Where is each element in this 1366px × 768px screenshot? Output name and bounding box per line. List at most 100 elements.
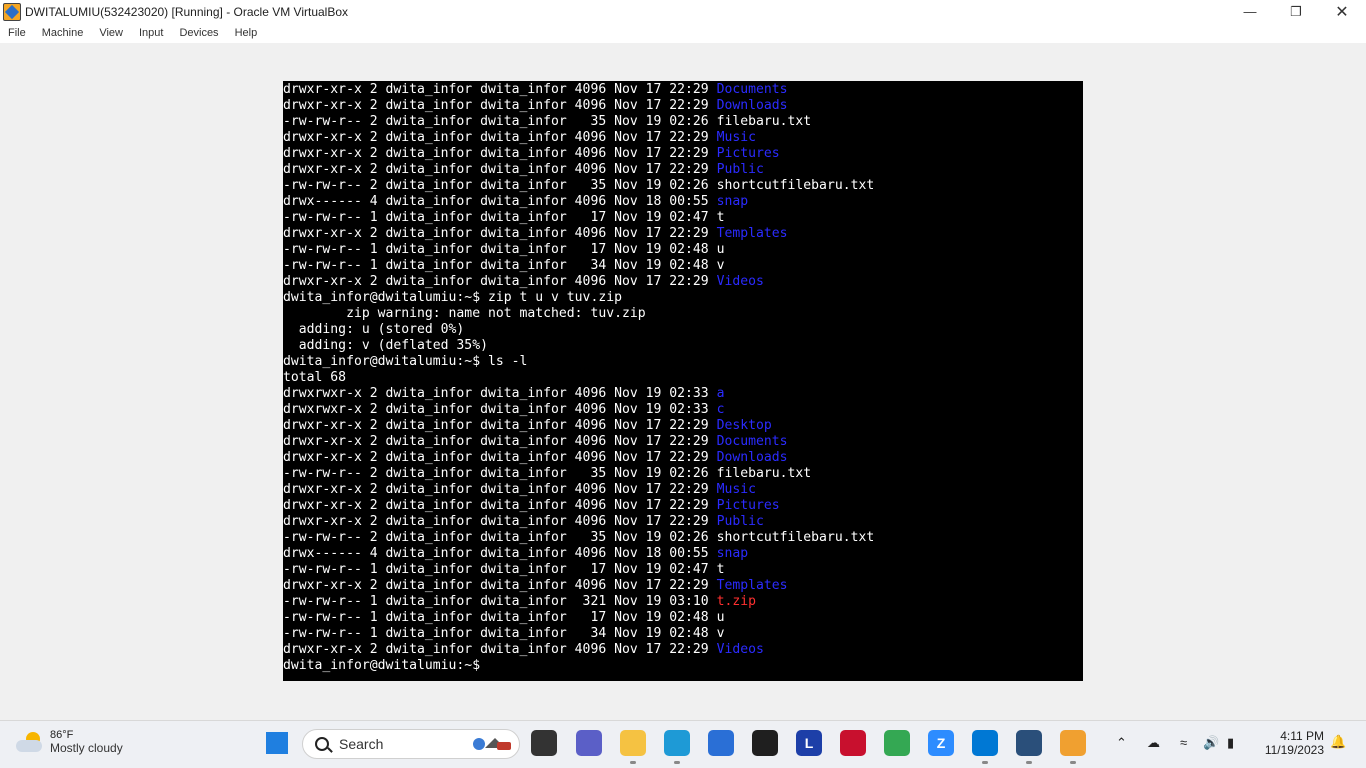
terminal-screen[interactable]: drwxr-xr-x 2 dwita_infor dwita_infor 409… [283,81,1083,681]
edge-icon[interactable] [664,730,690,756]
terminal-line: drwxr-xr-x 2 dwita_infor dwita_infor 409… [283,514,1083,530]
zoom-icon[interactable]: Z [928,730,954,756]
terminal-line-text: drwxr-xr-x 2 dwita_infor dwita_infor 409… [283,418,717,433]
terminal-filename: Templates [716,226,788,241]
window-titlebar[interactable]: DWITALUMIU(532423020) [Running] - Oracle… [0,0,1366,23]
onedrive-icon[interactable]: ☁ [1147,735,1160,751]
vscode-icon[interactable] [972,730,998,756]
terminal-filename: filebaru.txt [716,466,812,481]
terminal-line-text: drwxr-xr-x 2 dwita_infor dwita_infor 409… [283,130,717,145]
dropbox-icon[interactable] [752,730,778,756]
terminal-filename: Public [716,162,764,177]
terminal-line-text: drwxr-xr-x 2 dwita_infor dwita_infor 409… [283,450,717,465]
terminal-line-text: -rw-rw-r-- 1 dwita_infor dwita_infor 17 … [283,242,717,257]
minimize-icon[interactable]: — [1227,0,1273,23]
l-app-icon[interactable]: L [796,730,822,756]
clock-date: 11/19/2023 [1264,743,1324,757]
terminal-line: drwxr-xr-x 2 dwita_infor dwita_infor 409… [283,146,1083,162]
terminal-line-text: drwxr-xr-x 2 dwita_infor dwita_infor 409… [283,226,717,241]
terminal-filename: u [716,610,725,625]
terminal-line: drwxr-xr-x 2 dwita_infor dwita_infor 409… [283,578,1083,594]
volume-icon[interactable]: 🔊 [1203,735,1219,751]
terminal-line: -rw-rw-r-- 1 dwita_infor dwita_infor 34 … [283,626,1083,642]
menu-devices[interactable]: Devices [179,27,218,39]
running-indicator [982,761,988,764]
terminal-filename: t.zip [716,594,756,609]
task-view-icon[interactable] [531,730,557,756]
terminal-line: -rw-rw-r-- 2 dwita_infor dwita_infor 35 … [283,466,1083,482]
terminal-line-text: drwxr-xr-x 2 dwita_infor dwita_infor 409… [283,274,717,289]
terminal-line-text: adding: v (deflated 35%) [283,338,488,353]
search-highlight-icon [473,738,511,750]
terminal-filename: Pictures [716,498,780,513]
terminal-line-text: -rw-rw-r-- 1 dwita_infor dwita_infor 34 … [283,626,717,641]
terminal-filename: t [716,210,725,225]
terminal-filename: Documents [716,82,788,97]
terminal-line: adding: v (deflated 35%) [283,338,1083,354]
terminal-line-text: -rw-rw-r-- 2 dwita_infor dwita_infor 35 … [283,466,717,481]
weather-widget[interactable]: 86°F Mostly cloudy [16,729,123,755]
virtualbox-icon[interactable] [1016,730,1042,756]
terminal-filename: shortcutfilebaru.txt [716,178,875,193]
terminal-filename: shortcutfilebaru.txt [716,530,875,545]
terminal-filename: v [716,626,725,641]
terminal-filename: Music [716,482,756,497]
terminal-line: -rw-rw-r-- 1 dwita_infor dwita_infor 34 … [283,258,1083,274]
terminal-filename: Videos [716,274,764,289]
search-icon [315,737,329,751]
terminal-line: zip warning: name not matched: tuv.zip [283,306,1083,322]
terminal-filename: Downloads [716,98,788,113]
terminal-line-text: drwxr-xr-x 2 dwita_infor dwita_infor 409… [283,98,717,113]
virtualbox-vm-icon[interactable] [1060,730,1086,756]
notification-bell-icon[interactable]: 🔔 [1330,734,1346,750]
menu-view[interactable]: View [99,27,123,39]
menu-machine[interactable]: Machine [42,27,84,39]
terminal-line: dwita_infor@dwitalumiu:~$ [283,658,1083,674]
terminal-line-text: -rw-rw-r-- 2 dwita_infor dwita_infor 35 … [283,114,717,129]
terminal-line: adding: u (stored 0%) [283,322,1083,338]
terminal-line-text: total 68 [283,370,347,385]
terminal-line-text: drwxr-xr-x 2 dwita_infor dwita_infor 409… [283,82,717,97]
store-icon[interactable] [708,730,734,756]
clock-time: 4:11 PM [1280,729,1324,743]
menu-help[interactable]: Help [235,27,258,39]
terminal-filename: Templates [716,578,788,593]
mcafee-icon[interactable] [840,730,866,756]
terminal-filename: filebaru.txt [716,114,812,129]
battery-icon[interactable]: ▮ [1227,735,1234,751]
terminal-line: -rw-rw-r-- 2 dwita_infor dwita_infor 35 … [283,178,1083,194]
menu-input[interactable]: Input [139,27,163,39]
terminal-filename: Desktop [716,418,772,433]
terminal-line: drwxr-xr-x 2 dwita_infor dwita_infor 409… [283,130,1083,146]
terminal-line: drwxr-xr-x 2 dwita_infor dwita_infor 409… [283,274,1083,290]
terminal-filename: Videos [716,642,764,657]
terminal-line-text: drwx------ 4 dwita_infor dwita_infor 409… [283,194,717,209]
menu-file[interactable]: File [8,27,26,39]
terminal-line: -rw-rw-r-- 2 dwita_infor dwita_infor 35 … [283,114,1083,130]
taskbar-search[interactable]: Search [302,729,520,759]
chevron-up-icon[interactable]: ⌃ [1116,735,1127,751]
search-label: Search [339,736,384,752]
system-clock[interactable]: 4:11 PM 11/19/2023 [1258,729,1324,757]
wifi-icon[interactable]: ≈ [1180,735,1187,750]
terminal-line: drwxr-xr-x 2 dwita_infor dwita_infor 409… [283,98,1083,114]
weather-condition: Mostly cloudy [50,741,123,755]
terminal-line-text: drwxrwxr-x 2 dwita_infor dwita_infor 409… [283,402,717,417]
file-explorer-icon[interactable] [620,730,646,756]
terminal-line: total 68 [283,370,1083,386]
terminal-line: -rw-rw-r-- 1 dwita_infor dwita_infor 17 … [283,210,1083,226]
terminal-line-text: drwxr-xr-x 2 dwita_infor dwita_infor 409… [283,514,717,529]
close-icon[interactable]: ✕ [1319,0,1365,23]
terminal-line-text: drwxr-xr-x 2 dwita_infor dwita_infor 409… [283,162,717,177]
terminal-line: drwxr-xr-x 2 dwita_infor dwita_infor 409… [283,418,1083,434]
terminal-line: -rw-rw-r-- 1 dwita_infor dwita_infor 17 … [283,610,1083,626]
terminal-filename: snap [716,546,749,561]
chrome-icon[interactable] [884,730,910,756]
window-title: DWITALUMIU(532423020) [Running] - Oracle… [25,4,349,19]
windows-start-icon[interactable] [264,730,290,756]
terminal-line-text: -rw-rw-r-- 2 dwita_infor dwita_infor 35 … [283,530,717,545]
terminal-filename: t [716,562,725,577]
terminal-line: drwx------ 4 dwita_infor dwita_infor 409… [283,546,1083,562]
teams-icon[interactable] [576,730,602,756]
restore-icon[interactable]: ❐ [1273,0,1319,23]
